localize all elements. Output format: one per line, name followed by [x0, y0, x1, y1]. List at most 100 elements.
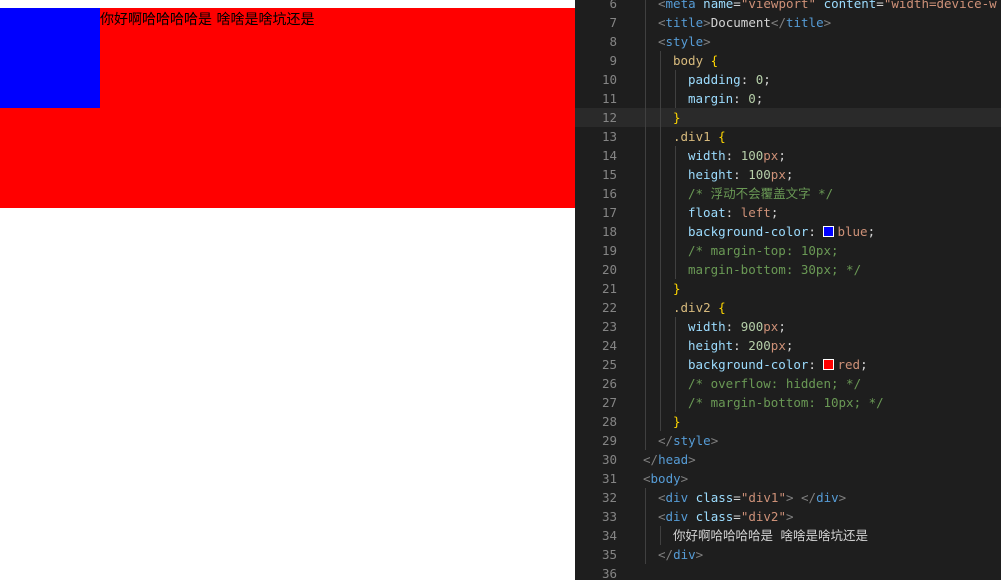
- code-text: margin: 0;: [688, 89, 763, 108]
- line-number: 24: [601, 338, 617, 353]
- indent-guide: [660, 127, 661, 146]
- code-token: :: [725, 205, 741, 220]
- code-text: <body>: [643, 469, 688, 488]
- indent-guide: [645, 127, 646, 146]
- code-token: }: [673, 281, 681, 296]
- line-number: 9: [609, 53, 617, 68]
- line-number: 34: [601, 528, 617, 543]
- indent-guide: [675, 146, 676, 165]
- code-line-18[interactable]: 18 background-color: blue;: [575, 222, 1001, 241]
- code-token: px: [763, 148, 779, 163]
- code-line-22[interactable]: 22 .div2 {: [575, 298, 1001, 317]
- code-line-8[interactable]: 8 <style>: [575, 32, 1001, 51]
- code-line-30[interactable]: 30 </head>: [575, 450, 1001, 469]
- indent-guide: [645, 317, 646, 336]
- color-swatch[interactable]: [823, 359, 835, 370]
- code-line-11[interactable]: 11 margin: 0;: [575, 89, 1001, 108]
- line-number: 25: [601, 357, 617, 372]
- indent-guide: [675, 393, 676, 412]
- code-line-27[interactable]: 27 /* margin-bottom: 10px; */: [575, 393, 1001, 412]
- code-line-36[interactable]: 36: [575, 564, 1001, 580]
- code-token: :: [733, 167, 749, 182]
- code-text: /* overflow: hidden; */: [688, 374, 861, 393]
- code-line-26[interactable]: 26 /* overflow: hidden; */: [575, 374, 1001, 393]
- code-line-23[interactable]: 23 width: 900px;: [575, 317, 1001, 336]
- code-token: blue: [837, 224, 868, 239]
- indent-guide: [675, 336, 676, 355]
- indent-guide: [675, 222, 676, 241]
- code-line-17[interactable]: 17 float: left;: [575, 203, 1001, 222]
- line-number: 19: [601, 243, 617, 258]
- code-line-12[interactable]: 12}: [575, 108, 1001, 127]
- code-line-16[interactable]: 16 /* 浮动不会覆盖文字 */: [575, 184, 1001, 203]
- code-token: :: [725, 148, 741, 163]
- code-line-13[interactable]: 13 .div1 {: [575, 127, 1001, 146]
- code-line-31[interactable]: 31 <body>: [575, 469, 1001, 488]
- code-line-15[interactable]: 15 height: 100px;: [575, 165, 1001, 184]
- indent-guide: [645, 165, 646, 184]
- indent-guide: [645, 298, 646, 317]
- code-line-28[interactable]: 28}: [575, 412, 1001, 431]
- code-token: width: [688, 148, 726, 163]
- code-line-7[interactable]: 7 <title>Document</title>: [575, 13, 1001, 32]
- code-line-25[interactable]: 25 background-color: red;: [575, 355, 1001, 374]
- code-text: }: [673, 108, 681, 127]
- line-number: 17: [601, 205, 617, 220]
- code-token: >: [703, 15, 711, 30]
- code-token: /* margin-top: 10px;: [688, 243, 839, 258]
- code-token: >: [710, 433, 719, 448]
- indent-guide: [660, 146, 661, 165]
- indent-guide: [645, 355, 646, 374]
- code-token: div: [665, 509, 689, 524]
- indent-guide: [645, 222, 646, 241]
- line-number: 16: [601, 186, 617, 201]
- code-line-35[interactable]: 35 </div>: [575, 545, 1001, 564]
- code-token: height: [688, 338, 734, 353]
- code-line-6[interactable]: 6 <meta name="viewport" content="width=de…: [575, 0, 1001, 13]
- line-number: 18: [601, 224, 617, 239]
- code-line-29[interactable]: 29 </style>: [575, 431, 1001, 450]
- line-number: 6: [609, 0, 617, 11]
- indent-guide: [645, 32, 646, 51]
- indent-guide: [675, 355, 676, 374]
- line-number: 32: [601, 490, 617, 505]
- indent-guide: [645, 51, 646, 70]
- code-token: "div1": [740, 490, 786, 505]
- code-token: /* overflow: hidden; */: [688, 376, 862, 391]
- code-token: .div1: [673, 129, 711, 144]
- color-swatch[interactable]: [823, 226, 835, 237]
- indent-guide: [645, 374, 646, 393]
- code-text: </head>: [643, 450, 696, 469]
- code-line-9[interactable]: 9 body {: [575, 51, 1001, 70]
- code-line-21[interactable]: 21}: [575, 279, 1001, 298]
- code-token: >: [688, 452, 696, 467]
- code-line-10[interactable]: 10 padding: 0;: [575, 70, 1001, 89]
- code-token: ;: [778, 148, 786, 163]
- code-line-32[interactable]: 32 <div class="div1"> </div>: [575, 488, 1001, 507]
- indent-guide: [645, 184, 646, 203]
- code-token: :: [733, 338, 749, 353]
- code-text: /* margin-bottom: 10px; */: [688, 393, 884, 412]
- code-line-19[interactable]: 19 /* margin-top: 10px;: [575, 241, 1001, 260]
- code-token: height: [688, 167, 734, 182]
- code-token: width: [688, 319, 726, 334]
- code-token: class: [695, 509, 734, 524]
- code-token: background-color: [688, 357, 809, 372]
- code-token: </: [658, 547, 674, 562]
- code-line-14[interactable]: 14 width: 100px;: [575, 146, 1001, 165]
- code-line-24[interactable]: 24 height: 200px;: [575, 336, 1001, 355]
- line-number: 11: [601, 91, 617, 106]
- code-token: :: [808, 224, 824, 239]
- code-line-33[interactable]: 33 <div class="div2">: [575, 507, 1001, 526]
- code-text: width: 900px;: [688, 317, 786, 336]
- indent-guide: [660, 393, 661, 412]
- code-token: <: [643, 471, 651, 486]
- indent-guide: [660, 222, 661, 241]
- code-token: name: [703, 0, 734, 11]
- code-line-34[interactable]: 34 你好啊哈哈哈哈是 啥啥是啥坑还是: [575, 526, 1001, 545]
- code-editor[interactable]: 6 <meta name="viewport" content="width=de…: [575, 0, 1001, 580]
- code-token: =: [733, 490, 741, 505]
- code-line-20[interactable]: 20 margin-bottom: 30px; */: [575, 260, 1001, 279]
